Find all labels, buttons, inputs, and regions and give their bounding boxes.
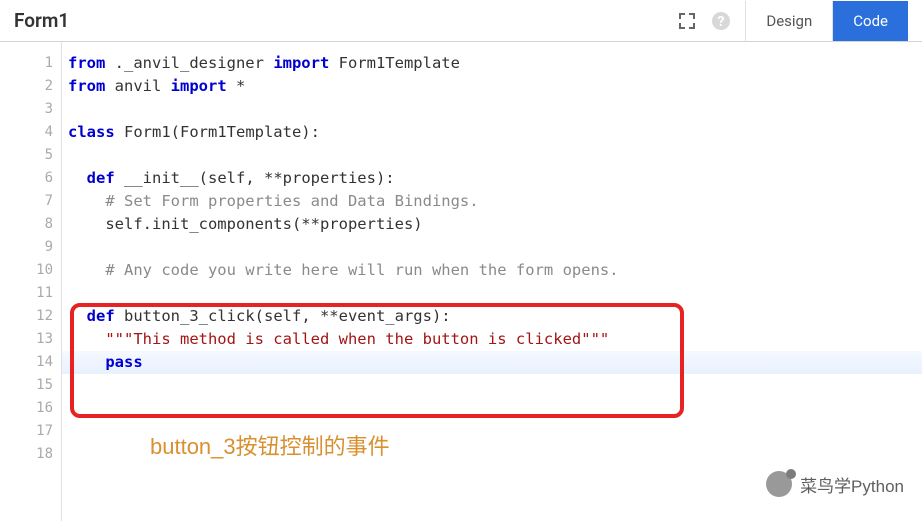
code-line bbox=[62, 374, 922, 397]
gutter-line: 2 bbox=[0, 75, 61, 98]
gutter-line: 4 bbox=[0, 121, 61, 144]
gutter-line: 3 bbox=[0, 98, 61, 121]
page-title: Form1 bbox=[14, 9, 69, 32]
code-line bbox=[62, 98, 922, 121]
gutter-line: 5 bbox=[0, 144, 61, 167]
gutter-line: 11 bbox=[0, 282, 61, 305]
code-line: class Form1(Form1Template): bbox=[62, 121, 922, 144]
gutter-line: 6 bbox=[0, 167, 61, 190]
code-line bbox=[62, 282, 922, 305]
code-line: # Set Form properties and Data Bindings. bbox=[62, 190, 922, 213]
editor: 1 2 3 4 5 6 7 8 9 10 11 12 13 14 15 16 1… bbox=[0, 42, 922, 521]
header-bar: Form1 ? Design Code bbox=[0, 0, 922, 42]
code-line: self.init_components(**properties) bbox=[62, 213, 922, 236]
gutter-line: 16 bbox=[0, 397, 61, 420]
code-line bbox=[62, 397, 922, 420]
tab-design[interactable]: Design bbox=[745, 1, 832, 41]
code-line: from ._anvil_designer import Form1Templa… bbox=[62, 52, 922, 75]
code-line: """This method is called when the button… bbox=[62, 328, 922, 351]
watermark-icon bbox=[766, 471, 792, 497]
code-line: def __init__(self, **properties): bbox=[62, 167, 922, 190]
tab-code[interactable]: Code bbox=[832, 1, 908, 41]
code-line: def button_3_click(self, **event_args): bbox=[62, 305, 922, 328]
svg-text:?: ? bbox=[718, 14, 725, 30]
gutter-line: 17 bbox=[0, 420, 61, 443]
code-line-highlighted: pass bbox=[62, 351, 922, 374]
code-line bbox=[62, 144, 922, 167]
header-actions: ? Design Code bbox=[673, 1, 908, 41]
help-icon[interactable]: ? bbox=[707, 7, 735, 35]
code-line: from anvil import * bbox=[62, 75, 922, 98]
code-line bbox=[62, 236, 922, 259]
annotation-text: button_3按钮控制的事件 bbox=[150, 429, 390, 461]
gutter-line: 18 bbox=[0, 443, 61, 466]
code-line: # Any code you write here will run when … bbox=[62, 259, 922, 282]
gutter-line: 1 bbox=[0, 52, 61, 75]
gutter-line: 9 bbox=[0, 236, 61, 259]
code-area[interactable]: from ._anvil_designer import Form1Templa… bbox=[62, 42, 922, 521]
gutter-line: 12 bbox=[0, 305, 61, 328]
watermark: 菜鸟学Python bbox=[766, 471, 904, 497]
gutter-line: 10 bbox=[0, 259, 61, 282]
line-gutter: 1 2 3 4 5 6 7 8 9 10 11 12 13 14 15 16 1… bbox=[0, 42, 62, 521]
gutter-line: 8 bbox=[0, 213, 61, 236]
gutter-line: 14 bbox=[0, 351, 61, 374]
fullscreen-icon[interactable] bbox=[673, 7, 701, 35]
gutter-line: 13 bbox=[0, 328, 61, 351]
gutter-line: 15 bbox=[0, 374, 61, 397]
watermark-text: 菜鸟学Python bbox=[800, 472, 904, 497]
gutter-line: 7 bbox=[0, 190, 61, 213]
